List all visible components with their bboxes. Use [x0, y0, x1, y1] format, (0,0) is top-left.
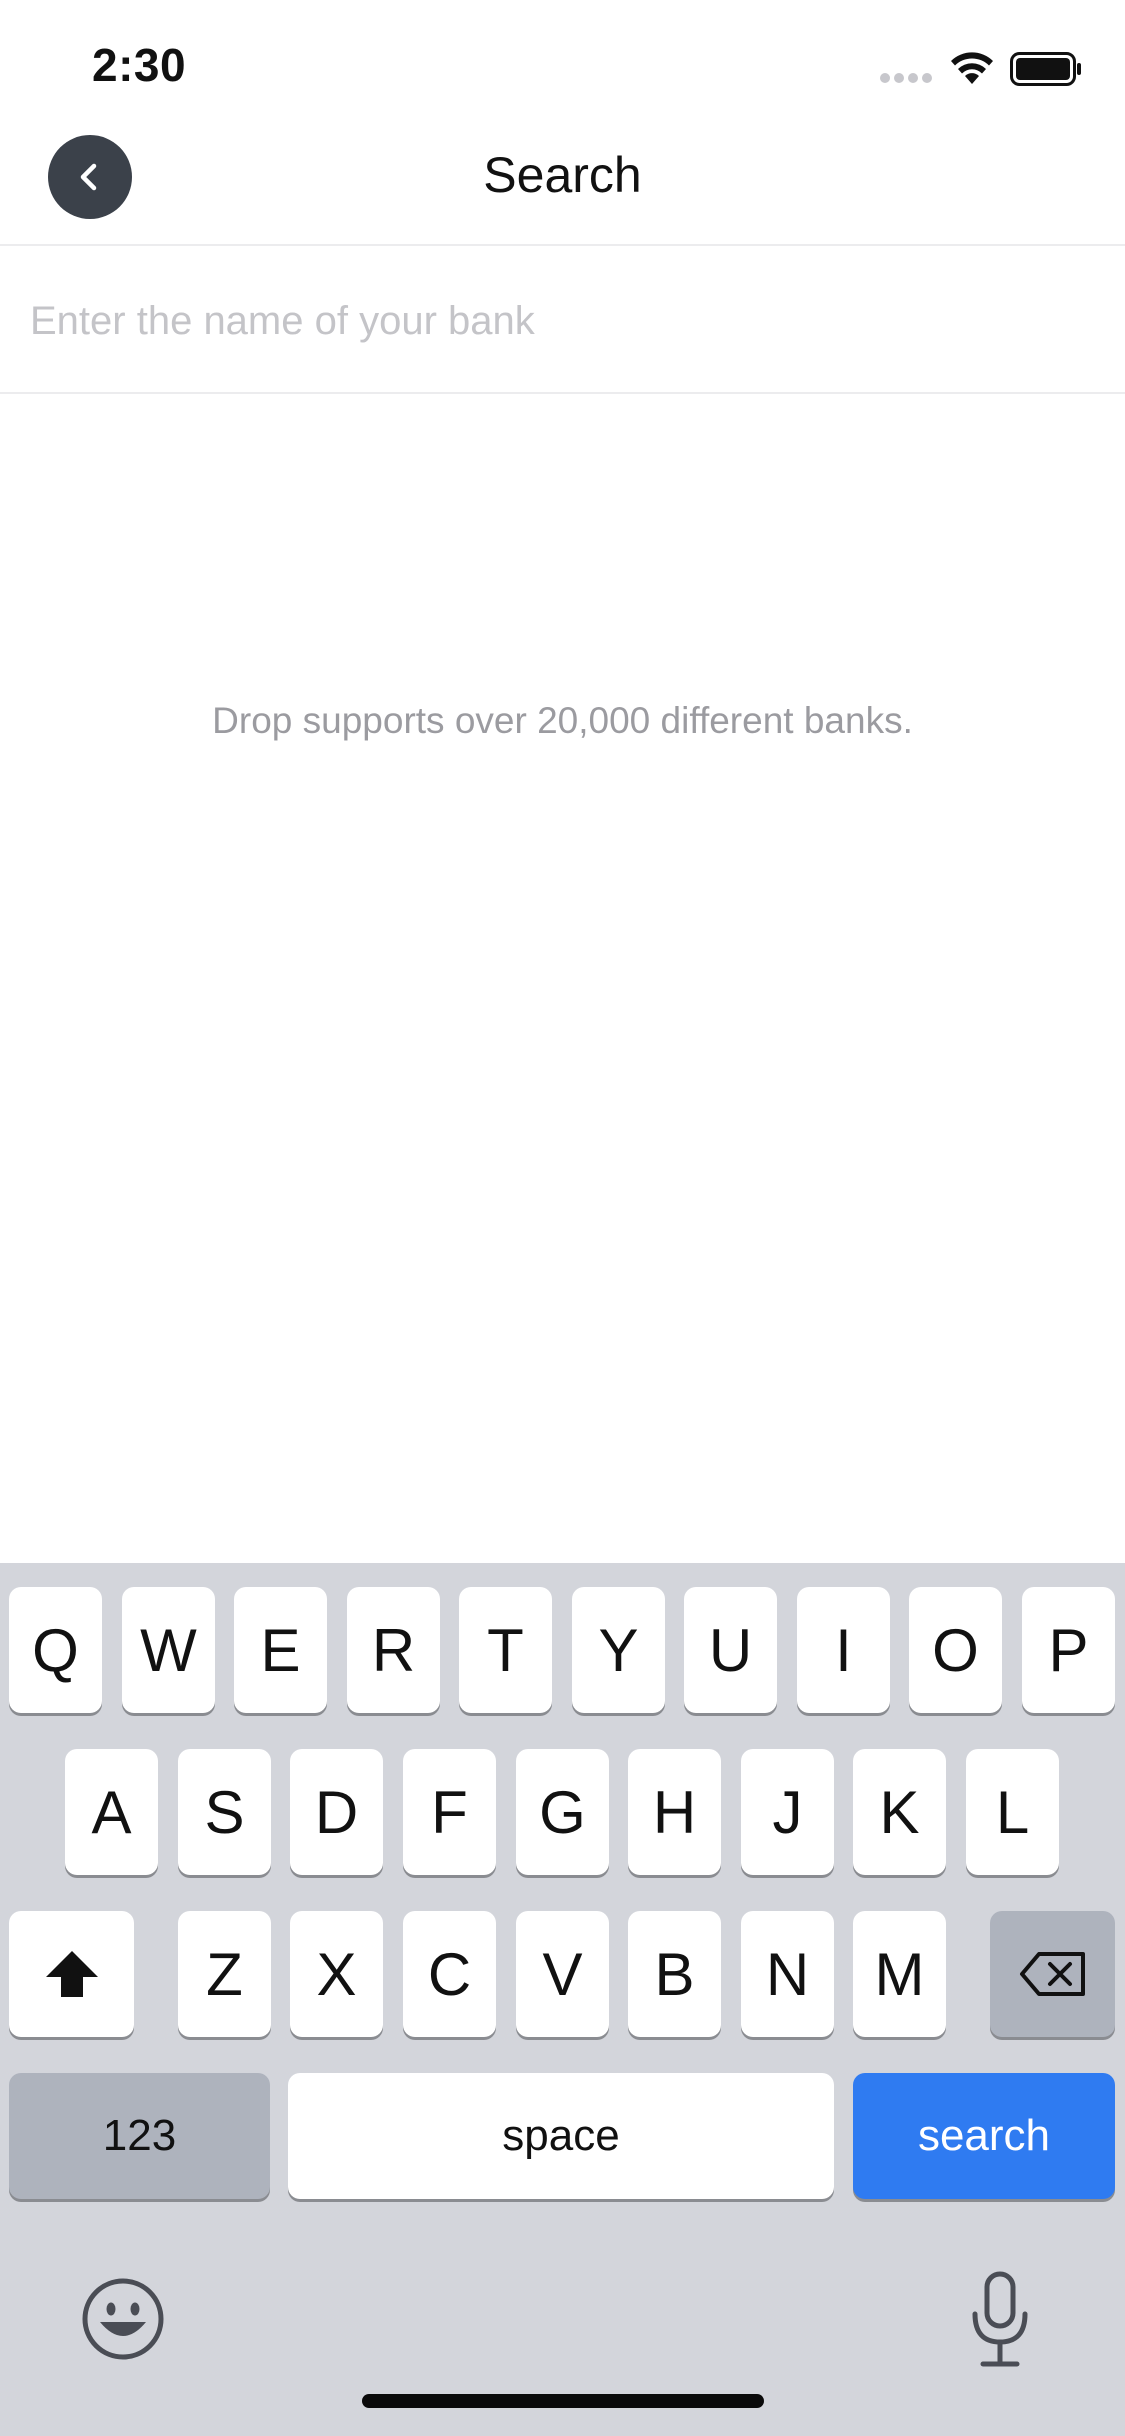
key-p[interactable]: P	[1022, 1587, 1115, 1713]
key-a[interactable]: A	[65, 1749, 158, 1875]
microphone-icon[interactable]	[965, 2270, 1035, 2370]
page-title: Search	[483, 147, 642, 203]
shift-icon	[45, 1951, 98, 1997]
supported-banks-info: Drop supports over 20,000 different bank…	[212, 700, 913, 741]
key-f[interactable]: F	[403, 1749, 496, 1875]
key-t[interactable]: T	[459, 1587, 552, 1713]
key-h[interactable]: H	[628, 1749, 721, 1875]
search-key[interactable]: search	[853, 2073, 1115, 2199]
key-i[interactable]: I	[797, 1587, 890, 1713]
key-b[interactable]: B	[628, 1911, 721, 2037]
key-m[interactable]: M	[853, 1911, 946, 2037]
key-y[interactable]: Y	[572, 1587, 665, 1713]
key-d[interactable]: D	[290, 1749, 383, 1875]
key-r[interactable]: R	[347, 1587, 440, 1713]
key-c[interactable]: C	[403, 1911, 496, 2037]
key-u[interactable]: U	[684, 1587, 777, 1713]
home-indicator[interactable]	[362, 2394, 764, 2408]
key-g[interactable]: G	[516, 1749, 609, 1875]
cellular-signal-icon	[880, 73, 934, 85]
key-j[interactable]: J	[741, 1749, 834, 1875]
battery-icon	[1010, 52, 1081, 86]
backspace-icon	[1019, 1952, 1085, 1996]
wifi-icon	[951, 52, 993, 84]
navigation-bar: Search	[0, 132, 1125, 246]
key-s[interactable]: S	[178, 1749, 271, 1875]
shift-key[interactable]	[9, 1911, 134, 2037]
key-v[interactable]: V	[516, 1911, 609, 2037]
key-z[interactable]: Z	[178, 1911, 271, 2037]
on-screen-keyboard: Q W E R T Y U I O P A S D F G H J K L Z …	[0, 1563, 1125, 2436]
delete-key[interactable]	[990, 1911, 1115, 2037]
bank-search-input[interactable]	[0, 248, 1125, 394]
status-time: 2:30	[92, 39, 187, 91]
key-e[interactable]: E	[234, 1587, 327, 1713]
search-row	[0, 248, 1125, 394]
key-w[interactable]: W	[122, 1587, 215, 1713]
space-key[interactable]: space	[288, 2073, 834, 2199]
key-l[interactable]: L	[966, 1749, 1059, 1875]
key-q[interactable]: Q	[9, 1587, 102, 1713]
key-k[interactable]: K	[853, 1749, 946, 1875]
emoji-icon[interactable]	[80, 2276, 166, 2362]
status-bar: 2:30	[0, 0, 1125, 132]
key-o[interactable]: O	[909, 1587, 1002, 1713]
key-n[interactable]: N	[741, 1911, 834, 2037]
numbers-key[interactable]: 123	[9, 2073, 270, 2199]
key-x[interactable]: X	[290, 1911, 383, 2037]
